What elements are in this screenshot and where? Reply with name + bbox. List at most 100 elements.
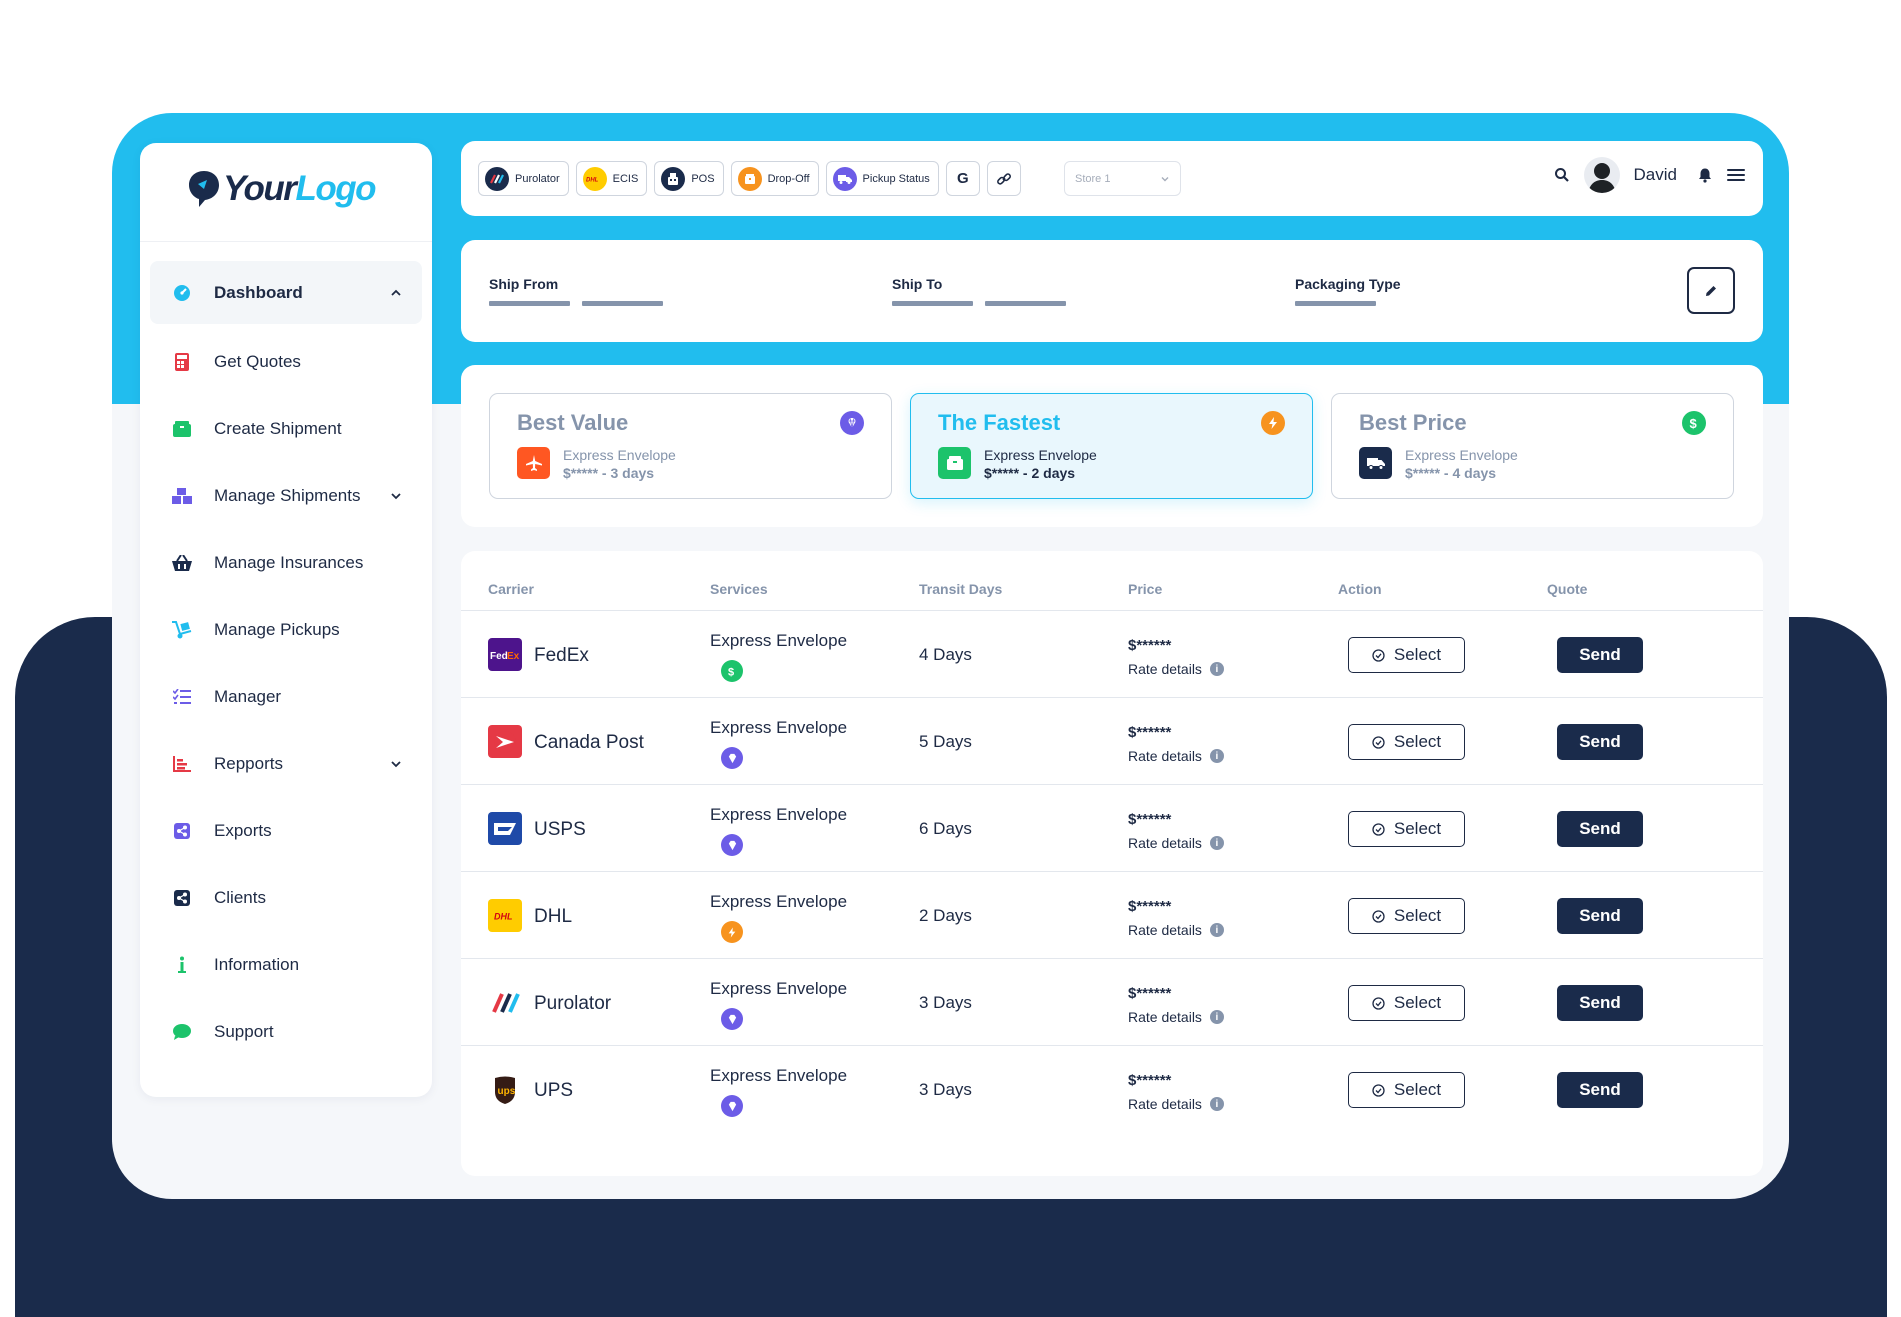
send-button[interactable]: Send xyxy=(1557,811,1643,847)
select-button[interactable]: Select xyxy=(1348,1072,1465,1108)
send-button[interactable]: Send xyxy=(1557,724,1643,760)
select-label: Select xyxy=(1393,819,1442,838)
sidebar-menu: Dashboard Get Quotes Create Shipment Man… xyxy=(150,261,422,1065)
chevron-down-icon[interactable] xyxy=(390,758,402,770)
info-icon[interactable]: i xyxy=(1209,923,1224,937)
svg-text:DHL: DHL xyxy=(494,911,513,921)
rate-details-link[interactable]: Rate details i xyxy=(1128,661,1224,677)
column-header-services: Services xyxy=(710,581,768,597)
send-button[interactable]: Send xyxy=(1557,637,1643,673)
send-button[interactable]: Send xyxy=(1557,985,1643,1021)
link-icon xyxy=(996,172,1011,185)
card-title: The Fastest xyxy=(938,410,1061,435)
info-icon[interactable]: i xyxy=(1209,1097,1224,1111)
check-circle-icon xyxy=(1372,648,1385,662)
info-icon[interactable]: i xyxy=(1209,836,1224,850)
truck-icon xyxy=(832,166,857,191)
sidebar-item-manage-shipments[interactable]: Manage Shipments xyxy=(150,462,422,529)
packaging-type-field[interactable]: Packaging Type xyxy=(1295,276,1401,306)
edit-button[interactable] xyxy=(1687,267,1735,314)
send-button[interactable]: Send xyxy=(1557,898,1643,934)
table-row: ups UPS Express Envelope 3 Days $****** … xyxy=(461,1046,1763,1133)
user-name[interactable]: David xyxy=(1634,165,1677,185)
packaging-type-placeholder xyxy=(1295,301,1401,306)
select-button[interactable]: Select xyxy=(1348,898,1465,934)
sidebar-item-support[interactable]: Support xyxy=(150,998,422,1065)
sidebar-item-manage-pickups[interactable]: Manage Pickups xyxy=(150,596,422,663)
card-service: Express Envelope xyxy=(563,447,676,463)
info-icon[interactable]: i xyxy=(1209,662,1224,676)
sidebar-item-clients[interactable]: Clients xyxy=(150,864,422,931)
sidebar-item-get-quotes[interactable]: Get Quotes xyxy=(150,328,422,395)
transit-days: 4 Days xyxy=(919,645,972,664)
export-icon xyxy=(172,821,192,841)
select-button[interactable]: Select xyxy=(1348,637,1465,673)
sidebar-item-manage-insurances[interactable]: Manage Insurances xyxy=(150,529,422,596)
dashboard-icon xyxy=(172,283,192,303)
rate-details-link[interactable]: Rate details i xyxy=(1128,1096,1224,1112)
info-icon[interactable]: i xyxy=(1209,749,1224,763)
chat-icon xyxy=(172,1022,192,1042)
chevron-down-icon[interactable] xyxy=(390,490,402,502)
service-name: Express Envelope xyxy=(710,1066,848,1085)
sidebar-item-create-shipment[interactable]: Create Shipment xyxy=(150,395,422,462)
ship-from-field[interactable]: Ship From xyxy=(489,276,663,306)
dolly-icon xyxy=(172,620,192,640)
diamond-badge-icon xyxy=(721,834,743,856)
column-header-price: Price xyxy=(1128,581,1163,597)
rate-details-link[interactable]: Rate details i xyxy=(1128,835,1224,851)
ship-to-field[interactable]: Ship To xyxy=(892,276,1066,306)
rate-details-link[interactable]: Rate details i xyxy=(1128,1009,1224,1025)
diamond-badge-icon xyxy=(840,411,864,435)
logo[interactable]: YourLogo xyxy=(187,169,376,209)
chip-pickup-status[interactable]: Pickup Status xyxy=(825,161,939,196)
rate-details-link[interactable]: Rate details i xyxy=(1128,922,1224,938)
sidebar-item-repports[interactable]: Repports xyxy=(150,730,422,797)
bell-icon[interactable] xyxy=(1697,167,1713,183)
sidebar: YourLogo Dashboard Get Quotes Create Shi… xyxy=(140,143,432,1097)
purolator-icon xyxy=(485,166,509,191)
sidebar-item-exports[interactable]: Exports xyxy=(150,797,422,864)
hamburger-menu-icon[interactable] xyxy=(1727,167,1745,183)
table-row: USPS Express Envelope 6 Days $****** Rat… xyxy=(461,785,1763,872)
carrier-name: DHL xyxy=(534,906,573,927)
best-value-card[interactable]: Best Value Express Envelope $***** - 3 d… xyxy=(489,393,892,499)
svg-text:Ex: Ex xyxy=(507,651,520,661)
chip-label: POS xyxy=(691,172,715,185)
chip-purolator[interactable]: Purolator xyxy=(478,161,569,196)
best-price-card[interactable]: Best Price $ Express Envelope $***** - 4… xyxy=(1331,393,1734,499)
google-button[interactable]: G xyxy=(945,161,980,196)
send-button[interactable]: Send xyxy=(1557,1072,1643,1108)
sidebar-divider xyxy=(140,241,432,242)
sidebar-item-information[interactable]: Information xyxy=(150,931,422,998)
chevron-up-icon[interactable] xyxy=(390,287,402,299)
select-button[interactable]: Select xyxy=(1348,985,1465,1021)
select-button[interactable]: Select xyxy=(1348,724,1465,760)
chip-drop-off[interactable]: Drop-Off xyxy=(730,161,819,196)
carrier-shortcuts: Purolator DHL ECIS POS Drop-Off Pickup S… xyxy=(478,161,1021,196)
pos-icon xyxy=(661,166,686,191)
logo-text: YourLogo xyxy=(223,169,376,209)
svg-text:$: $ xyxy=(1690,416,1698,430)
service-name: Express Envelope xyxy=(710,979,848,998)
search-icon[interactable] xyxy=(1554,167,1570,183)
transit-days: 2 Days xyxy=(919,906,972,925)
avatar[interactable] xyxy=(1583,157,1620,193)
sidebar-item-manager[interactable]: Manager xyxy=(150,663,422,730)
sidebar-item-label: Information xyxy=(214,954,300,974)
chip-ecis[interactable]: DHL ECIS xyxy=(575,161,648,196)
the-fastest-card[interactable]: The Fastest Express Envelope $***** - 2 … xyxy=(910,393,1313,499)
card-price-days: $***** - 4 days xyxy=(1405,465,1497,481)
dollar-badge-icon: $ xyxy=(1682,411,1706,435)
link-button[interactable] xyxy=(986,161,1021,196)
sidebar-item-label: Clients xyxy=(214,887,266,907)
top-bar: Purolator DHL ECIS POS Drop-Off Pickup S… xyxy=(461,141,1763,216)
select-button[interactable]: Select xyxy=(1348,811,1465,847)
box-icon xyxy=(172,419,192,439)
rate-details-link[interactable]: Rate details i xyxy=(1128,748,1224,764)
rate-details-label: Rate details xyxy=(1128,1009,1202,1025)
store-select[interactable]: Store 1 xyxy=(1064,161,1181,196)
chip-pos[interactable]: POS xyxy=(654,161,724,196)
info-icon[interactable]: i xyxy=(1209,1010,1224,1024)
sidebar-item-dashboard[interactable]: Dashboard xyxy=(150,261,422,324)
